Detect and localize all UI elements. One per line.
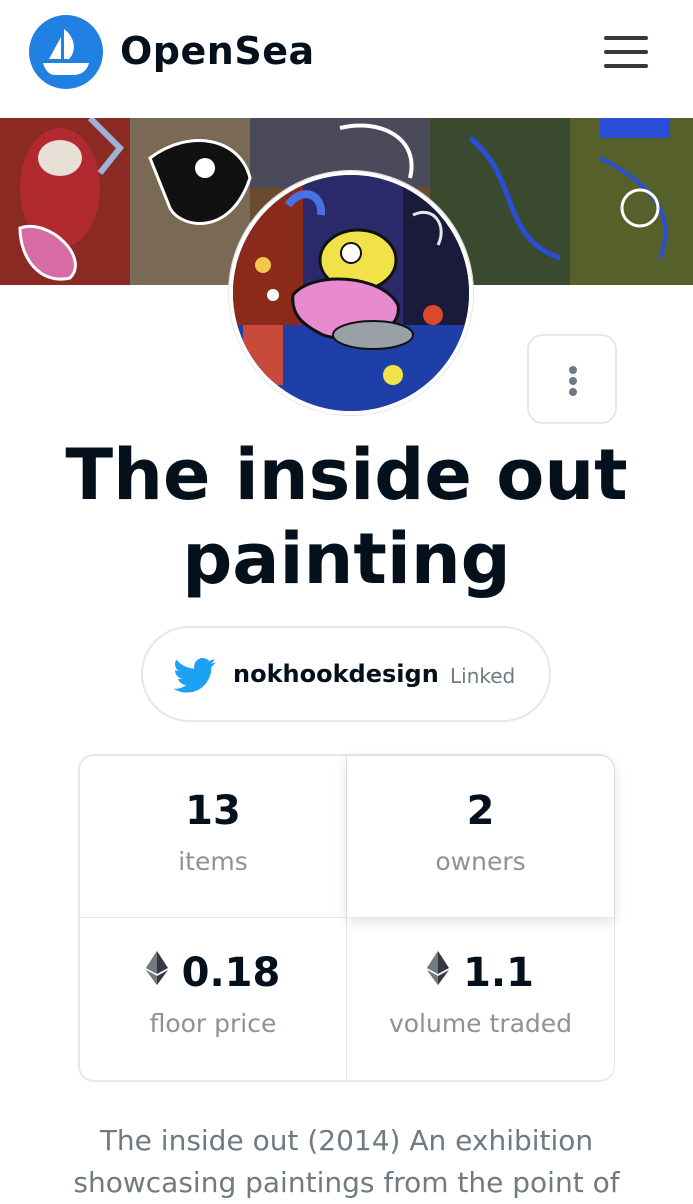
collection-stats: 13 items 2 owners 0.18 floor price 1.1 v… [78,754,615,1082]
collection-title: The inside out painting [30,433,663,601]
twitter-bird-icon [173,658,217,698]
floor-price-number: 0.18 [181,950,281,996]
volume-traded-number: 1.1 [463,950,534,996]
more-options-button[interactable] [527,334,617,424]
description-line: The inside out (2014) An exhibition [99,1124,594,1157]
stat-floor-price[interactable]: 0.18 floor price [80,918,347,1080]
stat-owners-label: owners [435,847,526,876]
ethereum-icon [145,947,168,997]
description-line: showcasing paintings from the point of [73,1166,620,1199]
stat-volume-traded[interactable]: 1.1 volume traded [347,918,614,1080]
stat-floor-price-value: 0.18 [80,948,346,998]
opensea-logo-icon[interactable] [29,15,103,89]
collection-title-line: The inside out [65,434,628,516]
top-navigation-bar: OpenSea [0,0,693,118]
stat-items-value: 13 [185,788,241,834]
stat-items-label: items [178,847,248,876]
twitter-account-link[interactable]: nokhookdesign Linked [141,626,551,722]
brand-name[interactable]: OpenSea [120,26,315,76]
stat-owners[interactable]: 2 owners [347,756,614,918]
twitter-handle: nokhookdesign [233,660,439,688]
stat-floor-price-label: floor price [149,1009,277,1038]
stat-volume-traded-label: volume traded [388,1009,573,1038]
collection-description: The inside out (2014) An exhibition show… [30,1120,663,1204]
hamburger-menu-icon[interactable] [598,30,654,74]
stat-volume-traded-value: 1.1 [347,948,614,998]
stat-items[interactable]: 13 items [80,756,347,918]
collection-title-line: painting [182,518,511,600]
twitter-linked-status: Linked [450,664,516,688]
ethereum-icon [427,947,450,997]
stat-owners-value: 2 [466,788,495,834]
collection-avatar-image [229,171,473,415]
